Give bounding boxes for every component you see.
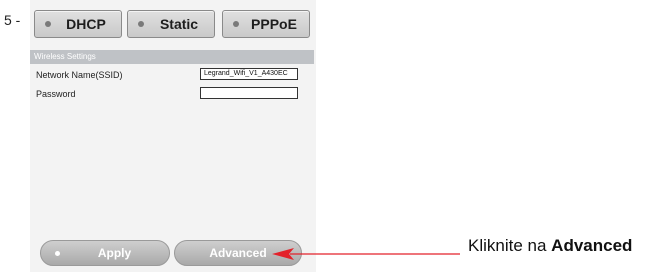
callout-text: Kliknite na Advanced [468,236,632,256]
callout-arrow-icon [272,248,460,260]
callout-prefix: Kliknite na [468,236,552,255]
callout-emphasis: Advanced [551,236,633,255]
